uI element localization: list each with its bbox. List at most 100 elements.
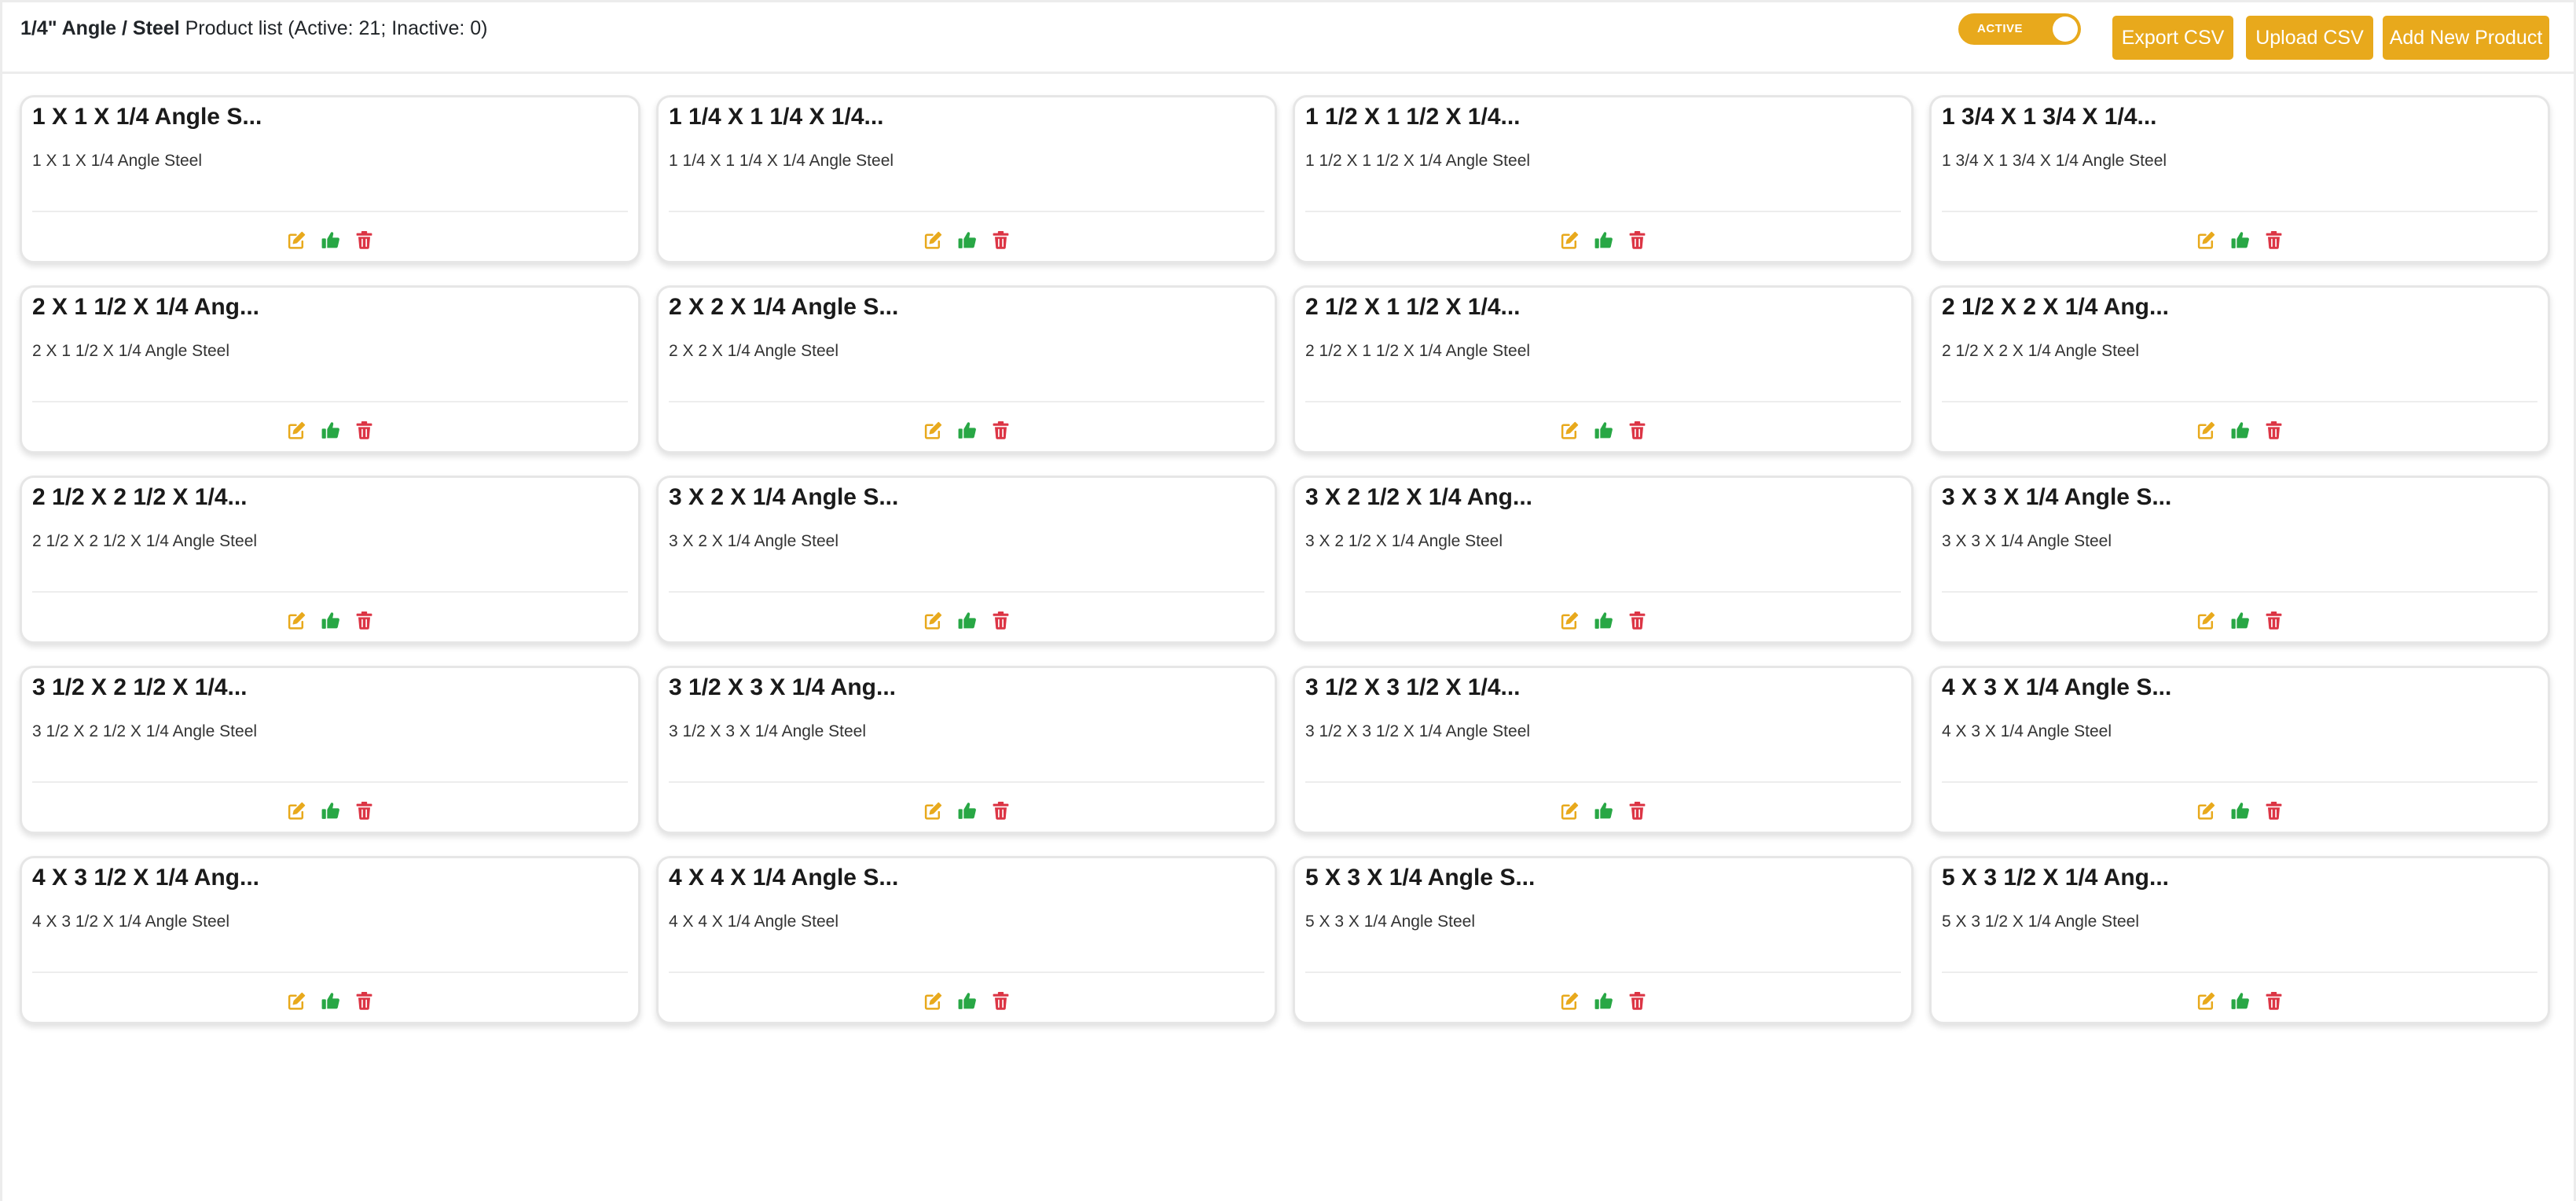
product-title: 4 X 3 X 1/4 Angle S... [1942,674,2172,700]
product-count-label: Product list (Active: 21; Inactive: 0) [185,17,488,39]
edit-icon[interactable] [2196,230,2216,250]
thumbs-up-icon[interactable] [957,800,977,821]
card-actions [22,610,638,634]
trash-icon[interactable] [1627,230,1647,250]
product-description: 3 1/2 X 3 X 1/4 Angle Steel [669,722,867,740]
trash-icon[interactable] [991,420,1011,440]
trash-icon[interactable] [1627,800,1647,821]
trash-icon[interactable] [354,230,374,250]
toggle-label: ACTIVE [1977,22,2024,35]
trash-icon[interactable] [2264,610,2284,630]
add-new-product-button[interactable]: Add New Product [2383,16,2549,60]
thumbs-up-icon[interactable] [321,610,340,630]
edit-icon[interactable] [287,610,306,630]
edit-icon[interactable] [2196,800,2216,821]
trash-icon[interactable] [2264,990,2284,1011]
thumbs-up-icon[interactable] [957,230,977,250]
thumbs-up-icon[interactable] [321,420,340,440]
trash-icon[interactable] [991,800,1011,821]
card-actions [1295,420,1911,443]
card-actions [1295,610,1911,634]
trash-icon[interactable] [991,230,1011,250]
trash-icon[interactable] [354,800,374,821]
thumbs-up-icon[interactable] [1594,800,1613,821]
product-description: 2 1/2 X 1 1/2 X 1/4 Angle Steel [1305,342,1531,360]
edit-icon[interactable] [287,990,306,1011]
edit-icon[interactable] [287,800,306,821]
thumbs-up-icon[interactable] [321,800,340,821]
edit-icon[interactable] [1560,420,1580,440]
product-description: 3 X 2 X 1/4 Angle Steel [669,532,838,550]
card-divider [669,211,1264,212]
card-actions [1295,800,1911,824]
thumbs-up-icon[interactable] [2230,990,2250,1011]
trash-icon[interactable] [1627,610,1647,630]
thumbs-up-icon[interactable] [321,990,340,1011]
edit-icon[interactable] [2196,990,2216,1011]
trash-icon[interactable] [1627,990,1647,1011]
card-actions [1295,230,1911,253]
thumbs-up-icon[interactable] [321,230,340,250]
product-title: 2 X 2 X 1/4 Angle S... [669,294,899,320]
edit-icon[interactable] [2196,610,2216,630]
edit-icon[interactable] [1560,610,1580,630]
thumbs-up-icon[interactable] [1594,420,1613,440]
card-actions [659,420,1275,443]
product-title: 1 1/2 X 1 1/2 X 1/4... [1305,104,1521,130]
trash-icon[interactable] [1627,420,1647,440]
card-divider [1305,591,1901,593]
product-title: 4 X 3 1/2 X 1/4 Ang... [32,865,260,891]
product-card: 1 3/4 X 1 3/4 X 1/4... 1 3/4 X 1 3/4 X 1… [1929,95,2550,263]
edit-icon[interactable] [923,610,943,630]
edit-icon[interactable] [1560,800,1580,821]
edit-icon[interactable] [923,420,943,440]
trash-icon[interactable] [991,610,1011,630]
card-actions [22,990,638,1014]
card-divider [1942,401,2537,402]
toggle-knob [2053,17,2078,42]
product-card: 1 X 1 X 1/4 Angle S... 1 X 1 X 1/4 Angle… [20,95,640,263]
card-divider [32,971,628,973]
thumbs-up-icon[interactable] [957,990,977,1011]
edit-icon[interactable] [287,230,306,250]
product-card: 4 X 3 1/2 X 1/4 Ang... 4 X 3 1/2 X 1/4 A… [20,856,640,1024]
product-title: 5 X 3 X 1/4 Angle S... [1305,865,1536,891]
edit-icon[interactable] [2196,420,2216,440]
trash-icon[interactable] [354,610,374,630]
trash-icon[interactable] [2264,800,2284,821]
active-toggle[interactable]: ACTIVE [1958,13,2081,45]
product-card: 1 1/2 X 1 1/2 X 1/4... 1 1/2 X 1 1/2 X 1… [1293,95,1914,263]
card-divider [1942,971,2537,973]
thumbs-up-icon[interactable] [1594,610,1613,630]
thumbs-up-icon[interactable] [957,420,977,440]
thumbs-up-icon[interactable] [2230,230,2250,250]
trash-icon[interactable] [2264,420,2284,440]
thumbs-up-icon[interactable] [2230,800,2250,821]
trash-icon[interactable] [991,990,1011,1011]
thumbs-up-icon[interactable] [957,610,977,630]
thumbs-up-icon[interactable] [2230,420,2250,440]
thumbs-up-icon[interactable] [2230,610,2250,630]
trash-icon[interactable] [354,990,374,1011]
product-description: 2 X 2 X 1/4 Angle Steel [669,342,838,360]
export-csv-button[interactable]: Export CSV [2112,16,2233,60]
upload-csv-button[interactable]: Upload CSV [2246,16,2373,60]
edit-icon[interactable] [1560,230,1580,250]
edit-icon[interactable] [287,420,306,440]
trash-icon[interactable] [2264,230,2284,250]
edit-icon[interactable] [1560,990,1580,1011]
card-actions [1932,800,2548,824]
product-card: 5 X 3 1/2 X 1/4 Ang... 5 X 3 1/2 X 1/4 A… [1929,856,2550,1024]
card-divider [32,401,628,402]
product-title: 5 X 3 1/2 X 1/4 Ang... [1942,865,2170,891]
card-actions [659,990,1275,1014]
edit-icon[interactable] [923,230,943,250]
product-title: 2 1/2 X 1 1/2 X 1/4... [1305,294,1521,320]
thumbs-up-icon[interactable] [1594,990,1613,1011]
thumbs-up-icon[interactable] [1594,230,1613,250]
trash-icon[interactable] [354,420,374,440]
edit-icon[interactable] [923,990,943,1011]
edit-icon[interactable] [923,800,943,821]
card-divider [1305,971,1901,973]
product-title: 3 1/2 X 3 X 1/4 Ang... [669,674,897,700]
